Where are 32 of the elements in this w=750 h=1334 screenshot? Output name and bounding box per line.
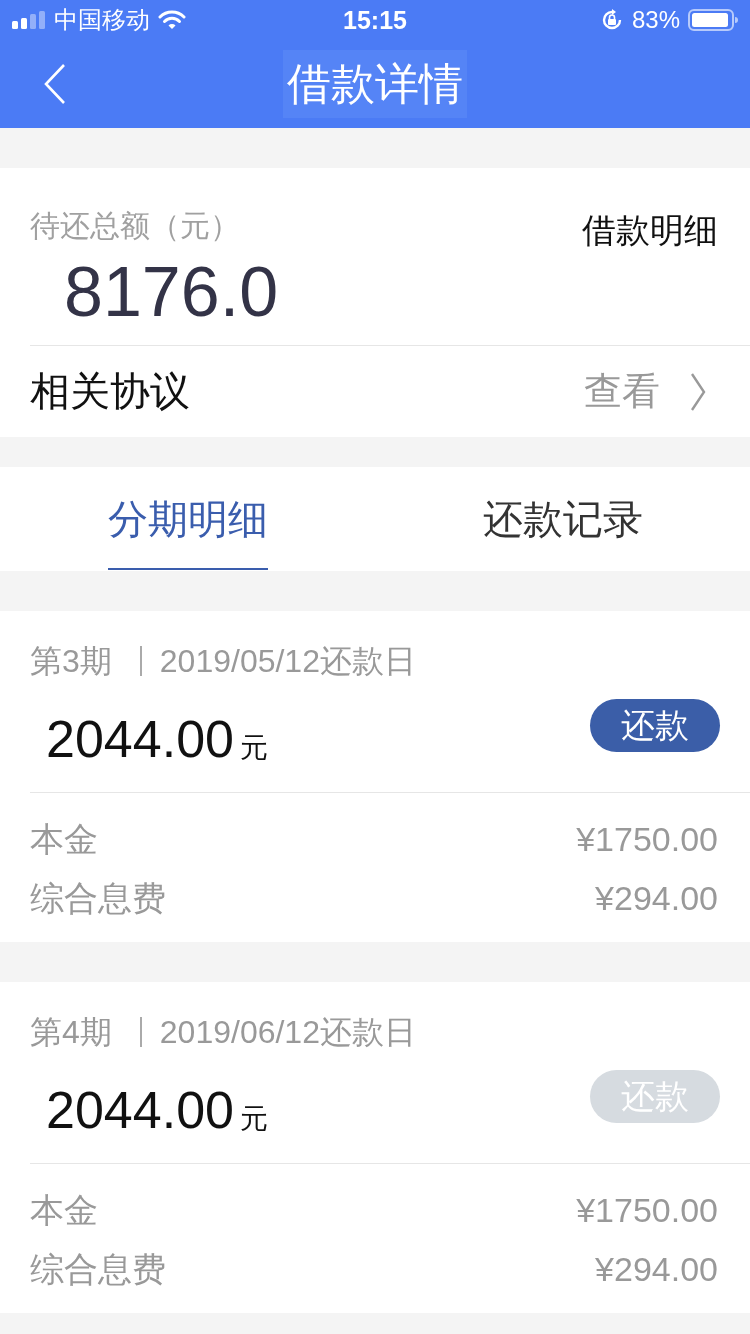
- loan-details-link[interactable]: 借款明细: [582, 208, 718, 252]
- carrier-name: 中国移动: [54, 5, 150, 35]
- wifi-icon: [158, 10, 186, 30]
- total-due-label: 待还总额（元）: [30, 208, 240, 244]
- installment-amount: 2044.00: [46, 709, 234, 769]
- repay-button[interactable]: 还款: [590, 699, 720, 752]
- currency-unit: 元: [239, 731, 268, 765]
- battery-icon: [688, 9, 738, 31]
- fee-amount: ¥1750.00: [576, 820, 718, 859]
- installment-period: 第4期: [30, 1014, 112, 1050]
- fee-label: 综合息费: [30, 877, 166, 919]
- tab[interactable]: 还款记录: [375, 467, 750, 571]
- fee-label: 本金: [30, 1189, 98, 1231]
- agreements-label: 相关协议: [30, 368, 190, 415]
- currency-unit: 元: [239, 1102, 268, 1136]
- signal-icon: [12, 11, 46, 29]
- battery-percent: 83%: [631, 5, 680, 35]
- chevron-right-icon: [690, 372, 706, 411]
- due-date: 2019/06/12还款日: [159, 1014, 416, 1050]
- fee-amount: ¥294.00: [595, 879, 718, 918]
- fee-label: 综合息费: [30, 1248, 166, 1290]
- due-date: 2019/05/12还款日: [159, 643, 416, 679]
- back-icon[interactable]: [44, 64, 66, 104]
- installment-period: 第3期: [30, 643, 112, 679]
- fee-label: 本金: [30, 818, 98, 860]
- fee-amount: ¥1750.00: [576, 1191, 718, 1230]
- tab[interactable]: 分期明细: [0, 467, 375, 571]
- installment-amount: 2044.00: [46, 1080, 234, 1140]
- fee-amount: ¥294.00: [595, 1250, 718, 1289]
- total-due-amount: 8176.0: [64, 256, 279, 328]
- page-title: 借款详情: [283, 50, 467, 118]
- status-time: 15:15: [343, 5, 407, 35]
